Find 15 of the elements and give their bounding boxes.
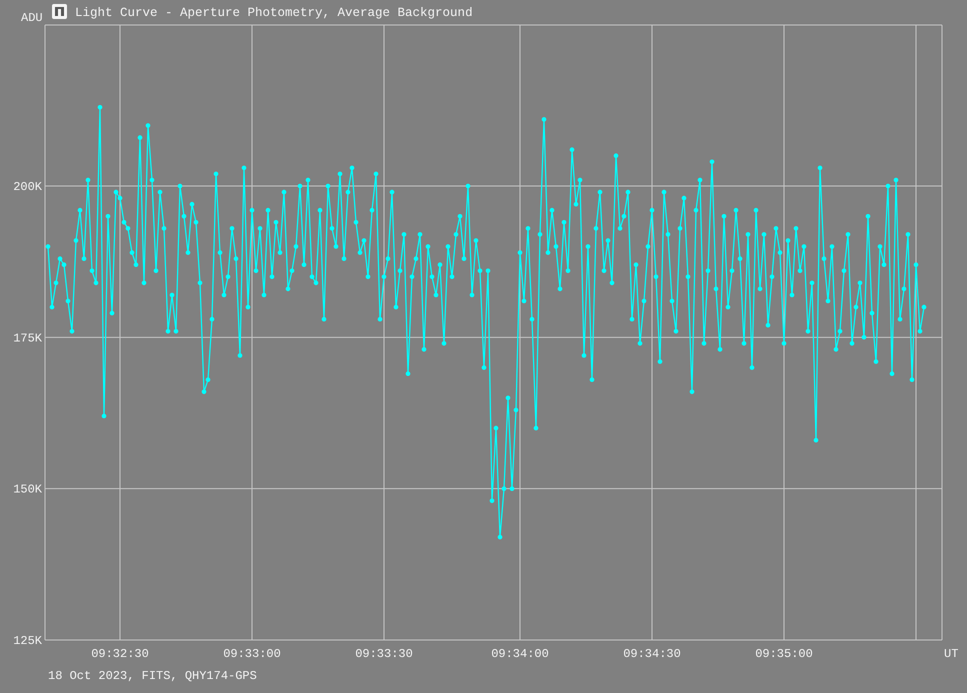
x-tick-label: 09:35:00 xyxy=(755,647,813,661)
x-tick-label: 09:33:30 xyxy=(355,647,413,661)
y-tick-label: 175K xyxy=(13,331,42,346)
x-tick-label: 09:34:00 xyxy=(491,647,549,661)
app-icon xyxy=(52,4,67,19)
x-tick-label: 09:32:30 xyxy=(91,647,149,661)
y-axis-label: ADU xyxy=(21,11,43,25)
y-tick-label: 200K xyxy=(13,180,42,194)
x-tick-label: 09:33:00 xyxy=(223,647,281,661)
footer-info: 18 Oct 2023, FITS, QHY174-GPS xyxy=(48,669,257,683)
x-tick-label: 09:34:30 xyxy=(623,647,681,661)
window-title: Light Curve - Aperture Photometry, Average Background xyxy=(75,6,473,20)
y-tick-label: 125K xyxy=(13,634,42,648)
y-tick-label: 150K xyxy=(13,482,42,497)
x-axis-label: UT xyxy=(944,647,958,661)
